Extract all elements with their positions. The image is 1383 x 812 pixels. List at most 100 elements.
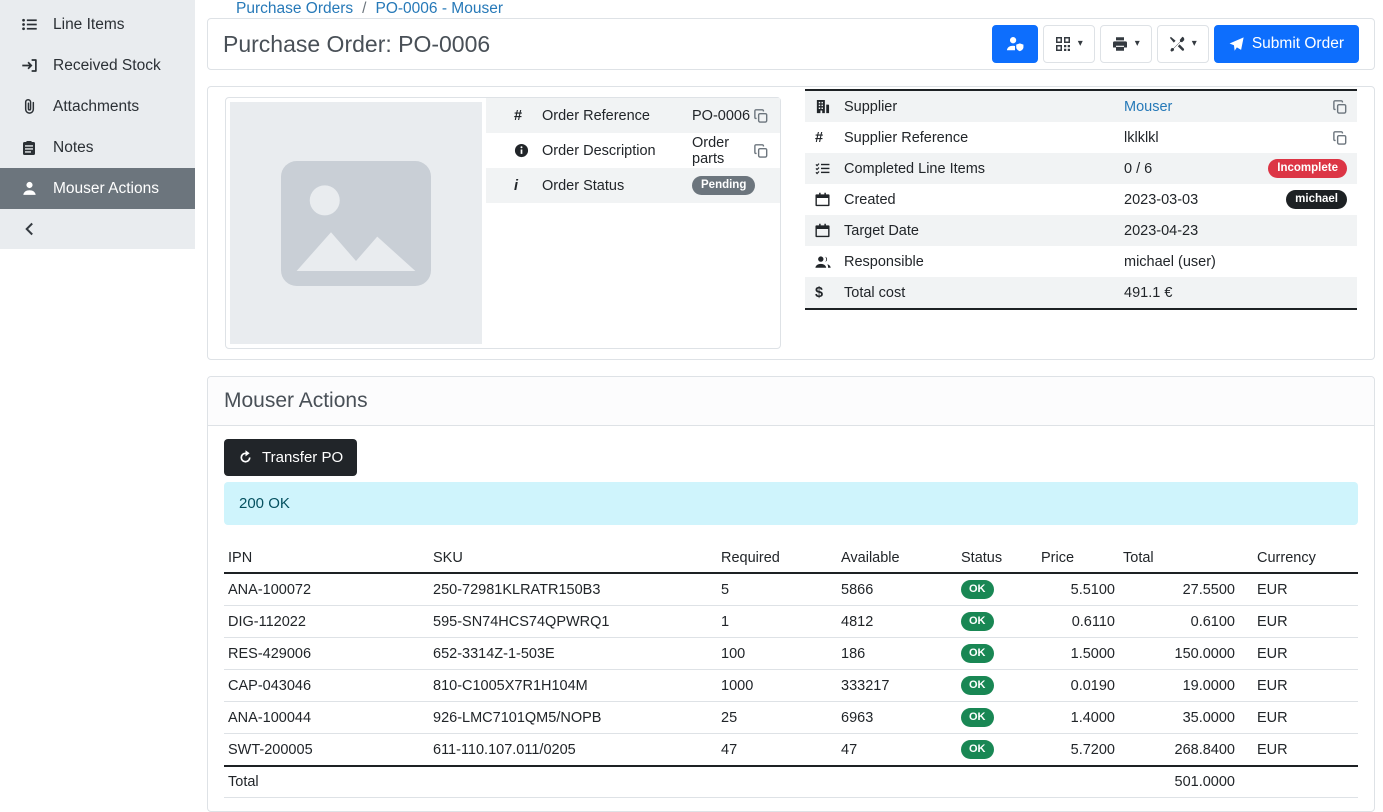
cell-ipn: SWT-200005 <box>224 734 429 767</box>
building-icon <box>815 99 844 114</box>
user-badge: michael <box>1286 190 1347 210</box>
table-header-row: IPN SKU Required Available Status Price … <box>224 544 1358 573</box>
column-header-total: Total <box>1119 544 1239 573</box>
panel-body: Transfer PO 200 OK IPN SKU Required Avai… <box>208 426 1374 811</box>
breadcrumb-link-current-order[interactable]: PO-0006 - Mouser <box>375 0 503 18</box>
responsible-row: Responsible michael (user) <box>805 246 1357 277</box>
table-row: ANA-100044 926-LMC7101QM5/NOPB 25 6963 O… <box>224 702 1358 734</box>
row-value: michael (user) <box>1124 254 1347 270</box>
row-label: Order Reference <box>542 108 692 124</box>
submit-order-label: Submit Order <box>1252 35 1344 53</box>
cell-price: 1.5000 <box>1037 638 1119 670</box>
sidebar-item-label: Attachments <box>53 98 139 116</box>
cell-total: 27.5500 <box>1119 573 1239 606</box>
ok-badge: OK <box>961 644 994 663</box>
cell-price: 1.4000 <box>1037 702 1119 734</box>
caret-down-icon: ▾ <box>1192 39 1197 49</box>
cell-available: 4812 <box>837 606 957 638</box>
copy-icon[interactable] <box>1333 131 1347 145</box>
cell-currency: EUR <box>1239 702 1358 734</box>
cell-ipn: DIG-112022 <box>224 606 429 638</box>
cell-ipn: ANA-100044 <box>224 702 429 734</box>
sidebar-list: Line Items Received Stock Attachments No… <box>0 0 195 249</box>
row-value: PO-0006 <box>692 108 754 124</box>
row-label: Target Date <box>844 223 1124 239</box>
sidebar-item-label: Mouser Actions <box>53 180 159 198</box>
page-header: Purchase Order: PO-0006 ▾ ▾ ▾ Submit Ord… <box>207 18 1375 70</box>
footer-total-label: Total <box>224 766 429 798</box>
column-header-ipn: IPN <box>224 544 429 573</box>
sidebar-item-received-stock[interactable]: Received Stock <box>0 45 195 86</box>
barcode-actions-button[interactable]: ▾ <box>1043 25 1095 63</box>
sidebar-item-mouser-actions[interactable]: Mouser Actions <box>0 168 195 209</box>
list-icon <box>21 16 38 33</box>
tools-icon <box>1169 36 1185 52</box>
status-badge: Pending <box>692 176 755 196</box>
sidebar-collapse-button[interactable] <box>0 209 195 249</box>
cell-sku: 595-SN74HCS74QPWRQ1 <box>429 606 717 638</box>
sidebar-item-attachments[interactable]: Attachments <box>0 86 195 127</box>
cell-available: 47 <box>837 734 957 767</box>
cell-ipn: RES-429006 <box>224 638 429 670</box>
cell-required: 25 <box>717 702 837 734</box>
refresh-icon <box>238 450 253 465</box>
calendar-icon <box>815 223 844 238</box>
send-icon <box>1229 37 1244 52</box>
cell-available: 6963 <box>837 702 957 734</box>
cell-available: 5866 <box>837 573 957 606</box>
row-label: Order Status <box>542 178 692 194</box>
supplier-link[interactable]: Mouser <box>1124 99 1172 115</box>
copy-icon[interactable] <box>754 144 768 158</box>
created-row: Created 2023-03-03 michael <box>805 184 1357 215</box>
status-alert: 200 OK <box>224 482 1358 525</box>
row-label: Responsible <box>844 254 1124 270</box>
cell-total: 35.0000 <box>1119 702 1239 734</box>
hash-icon: # <box>514 108 542 124</box>
sidebar-item-label: Notes <box>53 139 94 157</box>
cell-total: 19.0000 <box>1119 670 1239 702</box>
table-row: SWT-200005 611-110.107.011/0205 47 47 OK… <box>224 734 1358 767</box>
cell-currency: EUR <box>1239 573 1358 606</box>
breadcrumb-link-purchase-orders[interactable]: Purchase Orders <box>236 0 353 18</box>
order-actions-button[interactable]: ▾ <box>1157 25 1209 63</box>
list-check-icon <box>815 161 844 176</box>
order-reference-row: # Order Reference PO-0006 <box>486 98 780 133</box>
cell-ipn: CAP-043046 <box>224 670 429 702</box>
incomplete-badge: Incomplete <box>1268 159 1347 179</box>
transfer-po-label: Transfer PO <box>262 449 343 466</box>
sidebar-item-notes[interactable]: Notes <box>0 127 195 168</box>
column-header-required: Required <box>717 544 837 573</box>
caret-down-icon: ▾ <box>1078 39 1083 49</box>
cell-sku: 250-72981KLRATR150B3 <box>429 573 717 606</box>
cell-total: 150.0000 <box>1119 638 1239 670</box>
row-value: lklklkl <box>1124 130 1333 146</box>
ok-badge: OK <box>961 676 994 695</box>
cell-sku: 926-LMC7101QM5/NOPB <box>429 702 717 734</box>
issue-order-button[interactable] <box>992 25 1038 63</box>
printer-icon <box>1112 36 1128 52</box>
row-value: 0 / 6 <box>1124 161 1268 177</box>
sidebar-item-label: Line Items <box>53 16 125 34</box>
cell-required: 47 <box>717 734 837 767</box>
cell-required: 5 <box>717 573 837 606</box>
dollar-icon: $ <box>815 285 844 301</box>
transfer-po-button[interactable]: Transfer PO <box>224 439 357 476</box>
user-icon <box>21 180 38 197</box>
print-actions-button[interactable]: ▾ <box>1100 25 1152 63</box>
cell-price: 5.7200 <box>1037 734 1119 767</box>
caret-down-icon: ▾ <box>1135 39 1140 49</box>
supplier-detail-table: Supplier Mouser # Supplier Reference lkl… <box>805 89 1357 310</box>
sidebar-item-line-items[interactable]: Line Items <box>0 4 195 45</box>
copy-icon[interactable] <box>754 109 768 123</box>
cell-ipn: ANA-100072 <box>224 573 429 606</box>
table-row: CAP-043046 810-C1005X7R1H104M 1000 33321… <box>224 670 1358 702</box>
qr-code-icon <box>1055 36 1071 52</box>
ok-badge: OK <box>961 580 994 599</box>
cell-sku: 810-C1005X7R1H104M <box>429 670 717 702</box>
mouser-actions-panel: Mouser Actions Transfer PO 200 OK IPN SK… <box>207 376 1375 812</box>
submit-order-button[interactable]: Submit Order <box>1214 25 1359 63</box>
cell-total: 268.8400 <box>1119 734 1239 767</box>
copy-icon[interactable] <box>1333 100 1347 114</box>
order-image-placeholder <box>230 102 482 344</box>
paperclip-icon <box>21 98 38 115</box>
